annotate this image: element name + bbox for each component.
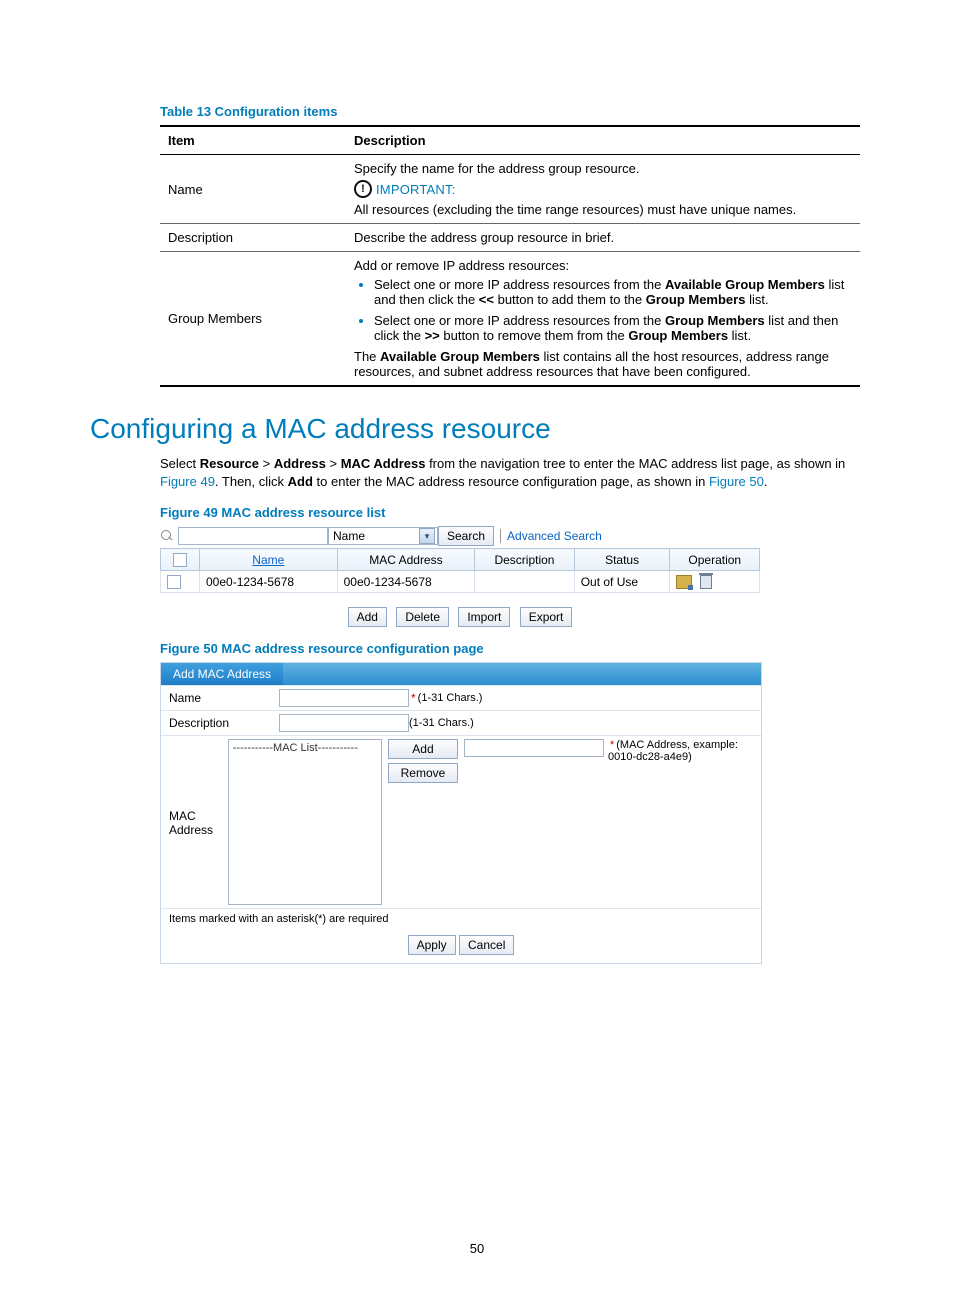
chevron-down-icon: ▾ (419, 528, 435, 544)
add-mac-tab[interactable]: Add MAC Address (161, 663, 283, 685)
col-desc: Description (475, 549, 574, 571)
table13-gm-bullet2: Select one or more IP address resources … (374, 313, 852, 343)
description-label: Description (169, 716, 279, 730)
figure50: Add MAC Address Name * (1-31 Chars.) Des… (160, 662, 762, 964)
search-icon (160, 529, 174, 543)
important-label: IMPORTANT: (376, 182, 456, 197)
table13-header-item: Item (160, 126, 346, 155)
advanced-search-link[interactable]: Advanced Search (500, 529, 602, 543)
table13-gm-bullet1: Select one or more IP address resources … (374, 277, 852, 307)
table13-name-line2: All resources (excluding the time range … (354, 202, 852, 217)
figure50-caption: Figure 50 MAC address resource configura… (160, 641, 864, 656)
apply-button[interactable]: Apply (408, 935, 456, 955)
table13: Item Description Name Specify the name f… (160, 125, 860, 387)
name-label: Name (169, 691, 279, 705)
table13-gm-line2: The Available Group Members list contain… (354, 349, 852, 379)
name-field[interactable] (279, 689, 409, 707)
description-hint: (1-31 Chars.) (409, 717, 474, 729)
figure49-link[interactable]: Figure 49 (160, 474, 215, 489)
required-note: Items marked with an asterisk(*) are req… (161, 908, 761, 929)
col-operation: Operation (670, 549, 760, 571)
figure49-caption: Figure 49 MAC address resource list (160, 505, 864, 520)
select-all-checkbox[interactable] (173, 553, 187, 567)
col-name[interactable]: Name (200, 549, 338, 571)
table13-name-line1: Specify the name for the address group r… (354, 161, 852, 176)
import-button[interactable]: Import (458, 607, 510, 627)
table13-desc-item: Description (160, 224, 346, 252)
page-number: 50 (0, 1241, 954, 1256)
description-field[interactable] (279, 714, 409, 732)
table13-caption: Table 13 Configuration items (160, 104, 864, 119)
mac-list-header: -----------MAC List----------- (233, 742, 377, 754)
mac-hint: *(MAC Address, example: 0010-dc28-a4e9) (608, 739, 753, 763)
row-checkbox[interactable] (167, 575, 181, 589)
table13-gm-item: Group Members (160, 252, 346, 387)
row-desc (475, 571, 574, 593)
export-button[interactable]: Export (520, 607, 573, 627)
cancel-button[interactable]: Cancel (459, 935, 514, 955)
mac-input[interactable] (464, 739, 604, 757)
col-status: Status (574, 549, 670, 571)
table13-header-desc: Description (346, 126, 860, 155)
name-hint: (1-31 Chars.) (418, 692, 483, 704)
search-field-select[interactable]: Name ▾ (328, 527, 438, 545)
edit-icon[interactable] (676, 575, 692, 589)
row-name: 00e0-1234-5678 (200, 571, 338, 593)
required-asterisk: * (411, 691, 416, 705)
delete-button[interactable]: Delete (396, 607, 449, 627)
figure50-link[interactable]: Figure 50 (709, 474, 764, 489)
important-icon: ! (354, 180, 372, 198)
mac-address-label: MAC Address (169, 739, 228, 837)
search-field-label: Name (333, 529, 365, 543)
table13-gm-line1: Add or remove IP address resources: (354, 258, 852, 273)
section-paragraph: Select Resource > Address > MAC Address … (160, 455, 860, 491)
mac-remove-button[interactable]: Remove (388, 763, 458, 783)
figure49: Name ▾ Search Advanced Search Name MAC A… (160, 526, 760, 627)
mac-listbox[interactable]: -----------MAC List----------- (228, 739, 382, 905)
table13-name-item: Name (160, 155, 346, 224)
search-input[interactable] (178, 527, 328, 545)
table13-desc-text: Describe the address group resource in b… (346, 224, 860, 252)
search-button[interactable]: Search (438, 526, 494, 546)
mac-add-button[interactable]: Add (388, 739, 458, 759)
delete-icon[interactable] (700, 575, 712, 589)
row-status: Out of Use (574, 571, 670, 593)
section-heading: Configuring a MAC address resource (90, 413, 864, 445)
table-row: 00e0-1234-5678 00e0-1234-5678 Out of Use (161, 571, 760, 593)
add-button[interactable]: Add (348, 607, 387, 627)
mac-list-table: Name MAC Address Description Status Oper… (160, 548, 760, 593)
col-mac: MAC Address (337, 549, 475, 571)
row-mac: 00e0-1234-5678 (337, 571, 475, 593)
